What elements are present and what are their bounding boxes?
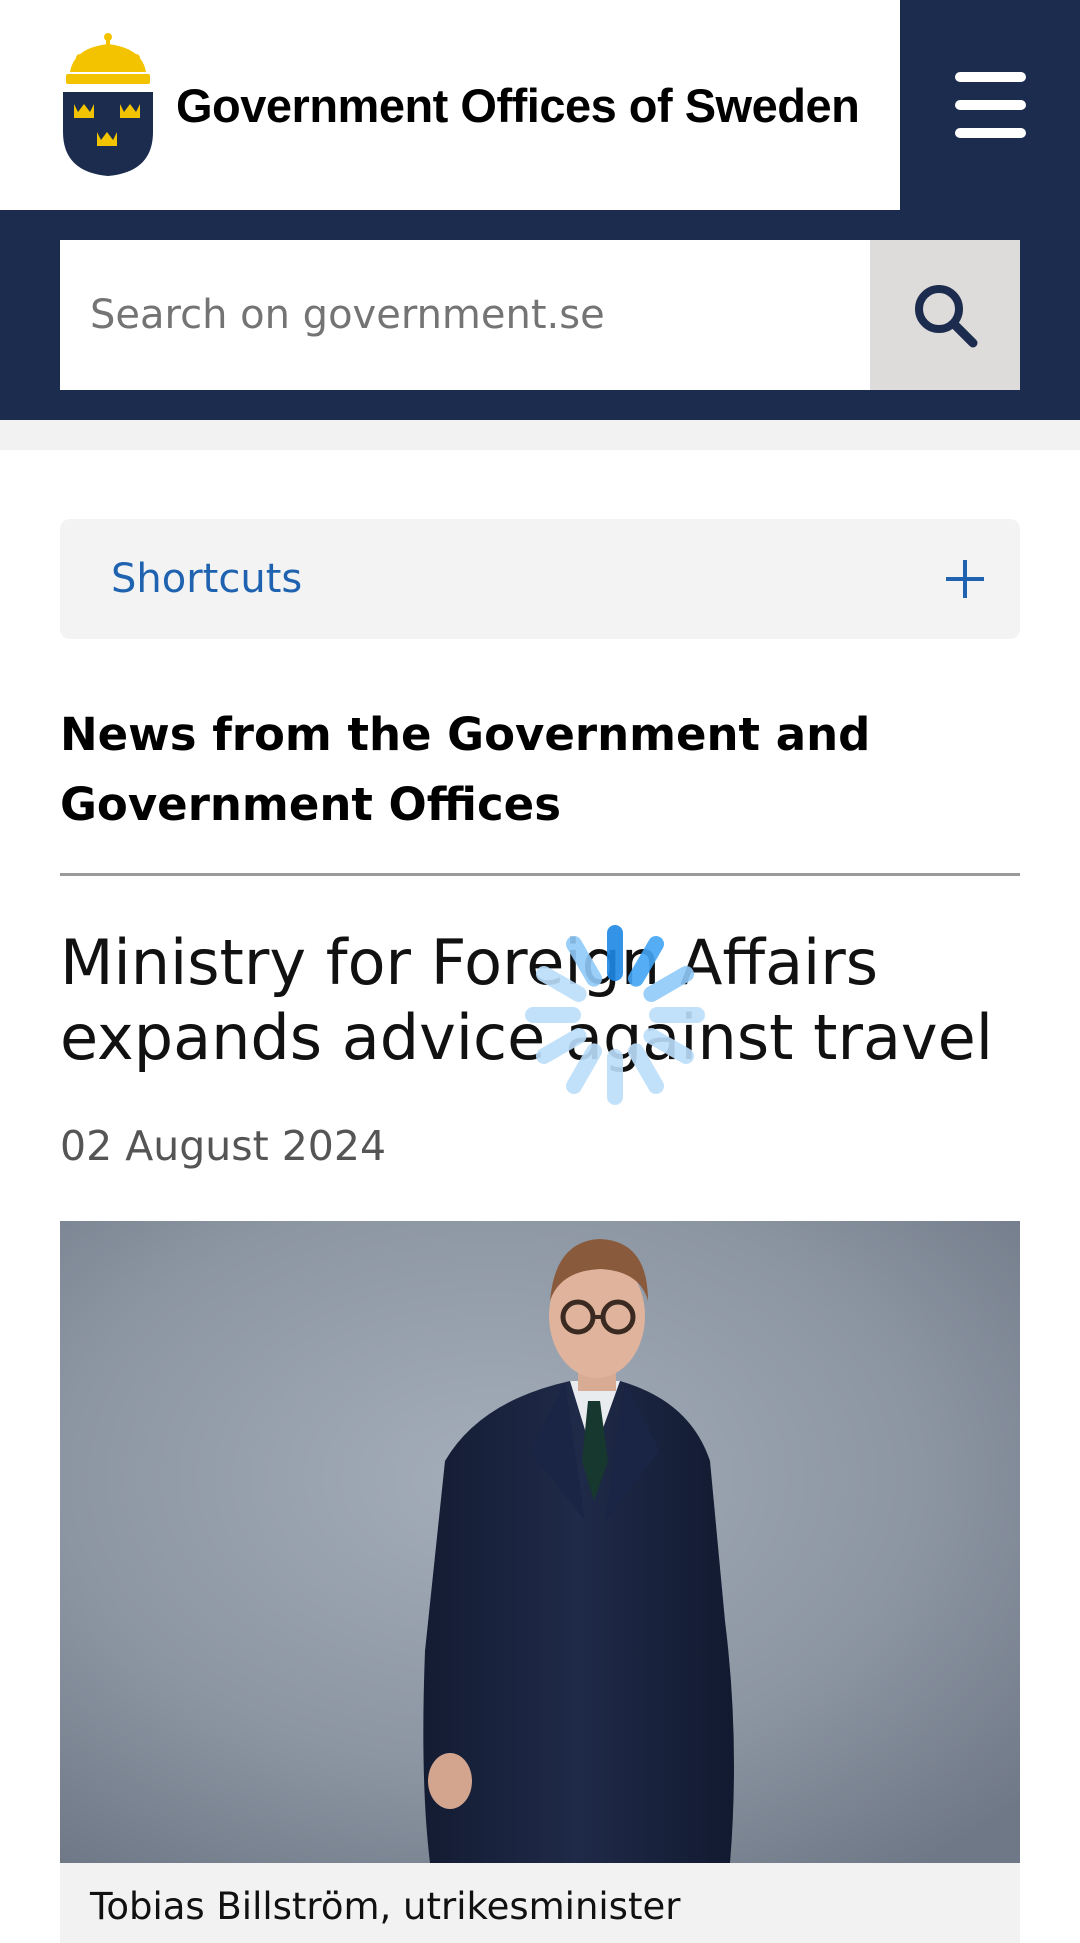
image-caption-box: Tobias Billström, utrikesminister bbox=[60, 1863, 1020, 1943]
menu-button[interactable] bbox=[900, 0, 1080, 210]
article-photo bbox=[60, 1221, 1020, 1863]
search-button[interactable] bbox=[870, 240, 1020, 390]
site-header: Government Offices of Sweden bbox=[0, 0, 1080, 210]
search-input[interactable] bbox=[60, 240, 870, 390]
plus-icon bbox=[946, 560, 984, 598]
news-section-heading: News from the Government and Government … bbox=[60, 708, 871, 831]
shortcuts-toggle[interactable]: Shortcuts bbox=[60, 519, 1020, 639]
swedish-three-crowns-crest-icon bbox=[63, 33, 153, 176]
search-icon bbox=[915, 285, 978, 348]
image-caption: Tobias Billström, utrikesminister bbox=[90, 1885, 681, 1928]
search-bar bbox=[0, 210, 1080, 420]
home-logo-link[interactable]: Government Offices of Sweden bbox=[60, 30, 860, 180]
article-date: 02 August 2024 bbox=[60, 1122, 387, 1170]
shortcuts-label: Shortcuts bbox=[111, 556, 303, 602]
header-divider-strip bbox=[0, 420, 1080, 450]
section-divider bbox=[60, 873, 1020, 876]
site-name: Government Offices of Sweden bbox=[176, 78, 860, 132]
loading-spinner-icon bbox=[525, 925, 705, 1105]
